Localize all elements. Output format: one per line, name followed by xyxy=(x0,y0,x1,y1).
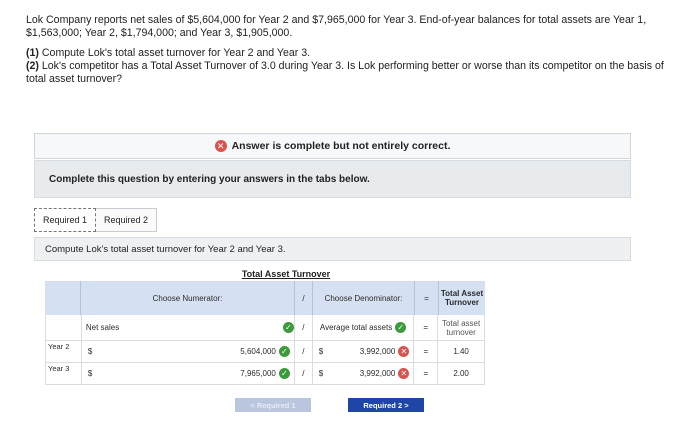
denominator-input-year-2[interactable]: $ 3,992,000 ✕ xyxy=(313,341,415,362)
row-equals: = xyxy=(414,341,439,362)
header-result: Total Asset Turnover xyxy=(440,289,484,307)
label-equals: = xyxy=(414,315,439,340)
next-button[interactable]: Required 2 > xyxy=(348,398,424,412)
subtask-text: Compute Lok's total asset turnover for Y… xyxy=(45,243,286,255)
dollar-sign: $ xyxy=(87,369,93,378)
denominator-select-value: Average total assets xyxy=(319,323,393,332)
table-header-row: Choose Numerator: / Choose Denominator: … xyxy=(45,281,485,315)
check-icon: ✓ xyxy=(278,346,290,357)
problem-statement: Lok Company reports net sales of $5,604,… xyxy=(26,14,647,39)
table-row-year-3: Year 3 $ 7,965,000 ✓ / $ 3,992,000 ✕ = 2… xyxy=(45,363,485,385)
label-slash: / xyxy=(295,315,313,340)
denominator-value: 3,992,000 xyxy=(359,347,396,356)
incorrect-icon: ✕ xyxy=(398,346,410,357)
q2-tag: (2) xyxy=(26,60,39,72)
denominator-input-year-3[interactable]: $ 3,992,000 ✕ xyxy=(313,363,415,384)
incorrect-icon: ✕ xyxy=(398,368,410,379)
result-value-year-2: 1.40 xyxy=(453,347,469,356)
tab-bar: Required 1 Required 2 xyxy=(34,208,158,232)
dollar-sign: $ xyxy=(318,369,324,378)
row-slash: / xyxy=(295,341,313,362)
problem-text: Lok Company reports net sales of $5,604,… xyxy=(26,14,676,93)
instructions-bar: Complete this question by entering your … xyxy=(34,160,631,198)
label-blank xyxy=(46,315,82,340)
instructions-text: Complete this question by entering your … xyxy=(49,173,370,185)
header-slash: / xyxy=(295,281,313,315)
tab-required-1[interactable]: Required 1 xyxy=(34,208,97,232)
row-slash: / xyxy=(295,363,313,384)
q1-text: Compute Lok's total asset turnover for Y… xyxy=(38,47,311,59)
row-equals: = xyxy=(414,363,439,384)
header-equals: = xyxy=(415,281,439,315)
question-1: (1) Compute Lok's total asset turnover f… xyxy=(26,47,676,86)
prev-button[interactable]: < Required 1 xyxy=(235,398,311,412)
numerator-select[interactable]: Net sales ✓ xyxy=(82,315,295,340)
check-icon: ✓ xyxy=(395,322,407,333)
result-banner: ✕ Answer is complete but not entirely co… xyxy=(34,133,631,159)
denominator-value: 3,992,000 xyxy=(359,369,396,378)
q2-text: Lok's competitor has a Total Asset Turno… xyxy=(26,60,664,85)
tab-required-2[interactable]: Required 2 xyxy=(96,208,158,232)
numerator-input-year-3[interactable]: $ 7,965,000 ✓ xyxy=(82,363,295,384)
dollar-sign: $ xyxy=(318,347,324,356)
denominator-select[interactable]: Average total assets ✓ xyxy=(313,315,415,340)
numerator-value: 7,965,000 xyxy=(240,369,276,378)
check-icon: ✓ xyxy=(282,322,294,333)
header-numerator: Choose Numerator: xyxy=(81,281,295,315)
result-value-year-3: 2.00 xyxy=(453,369,469,378)
dollar-sign: $ xyxy=(87,347,93,356)
table-label-row: Net sales ✓ / Average total assets ✓ = T… xyxy=(45,315,485,341)
year-label: Year 3 xyxy=(46,363,82,384)
turnover-table: Choose Numerator: / Choose Denominator: … xyxy=(45,281,485,385)
year-label: Year 2 xyxy=(46,341,82,362)
numerator-input-year-2[interactable]: $ 5,604,000 ✓ xyxy=(82,341,295,362)
table-row-year-2: Year 2 $ 5,604,000 ✓ / $ 3,992,000 ✕ = 1… xyxy=(45,341,485,363)
header-blank xyxy=(45,281,81,315)
subtask-prompt: Compute Lok's total asset turnover for Y… xyxy=(34,237,631,261)
check-icon: ✓ xyxy=(278,368,290,379)
q1-tag: (1) xyxy=(26,47,39,59)
table-title: Total Asset Turnover xyxy=(241,269,331,279)
header-denominator: Choose Denominator: xyxy=(313,281,415,315)
numerator-select-value: Net sales xyxy=(85,323,120,332)
label-result: Total asset turnover xyxy=(441,318,481,337)
result-banner-text: Answer is complete but not entirely corr… xyxy=(231,140,451,152)
numerator-value: 5,604,000 xyxy=(240,347,276,356)
incorrect-icon: ✕ xyxy=(214,140,227,152)
